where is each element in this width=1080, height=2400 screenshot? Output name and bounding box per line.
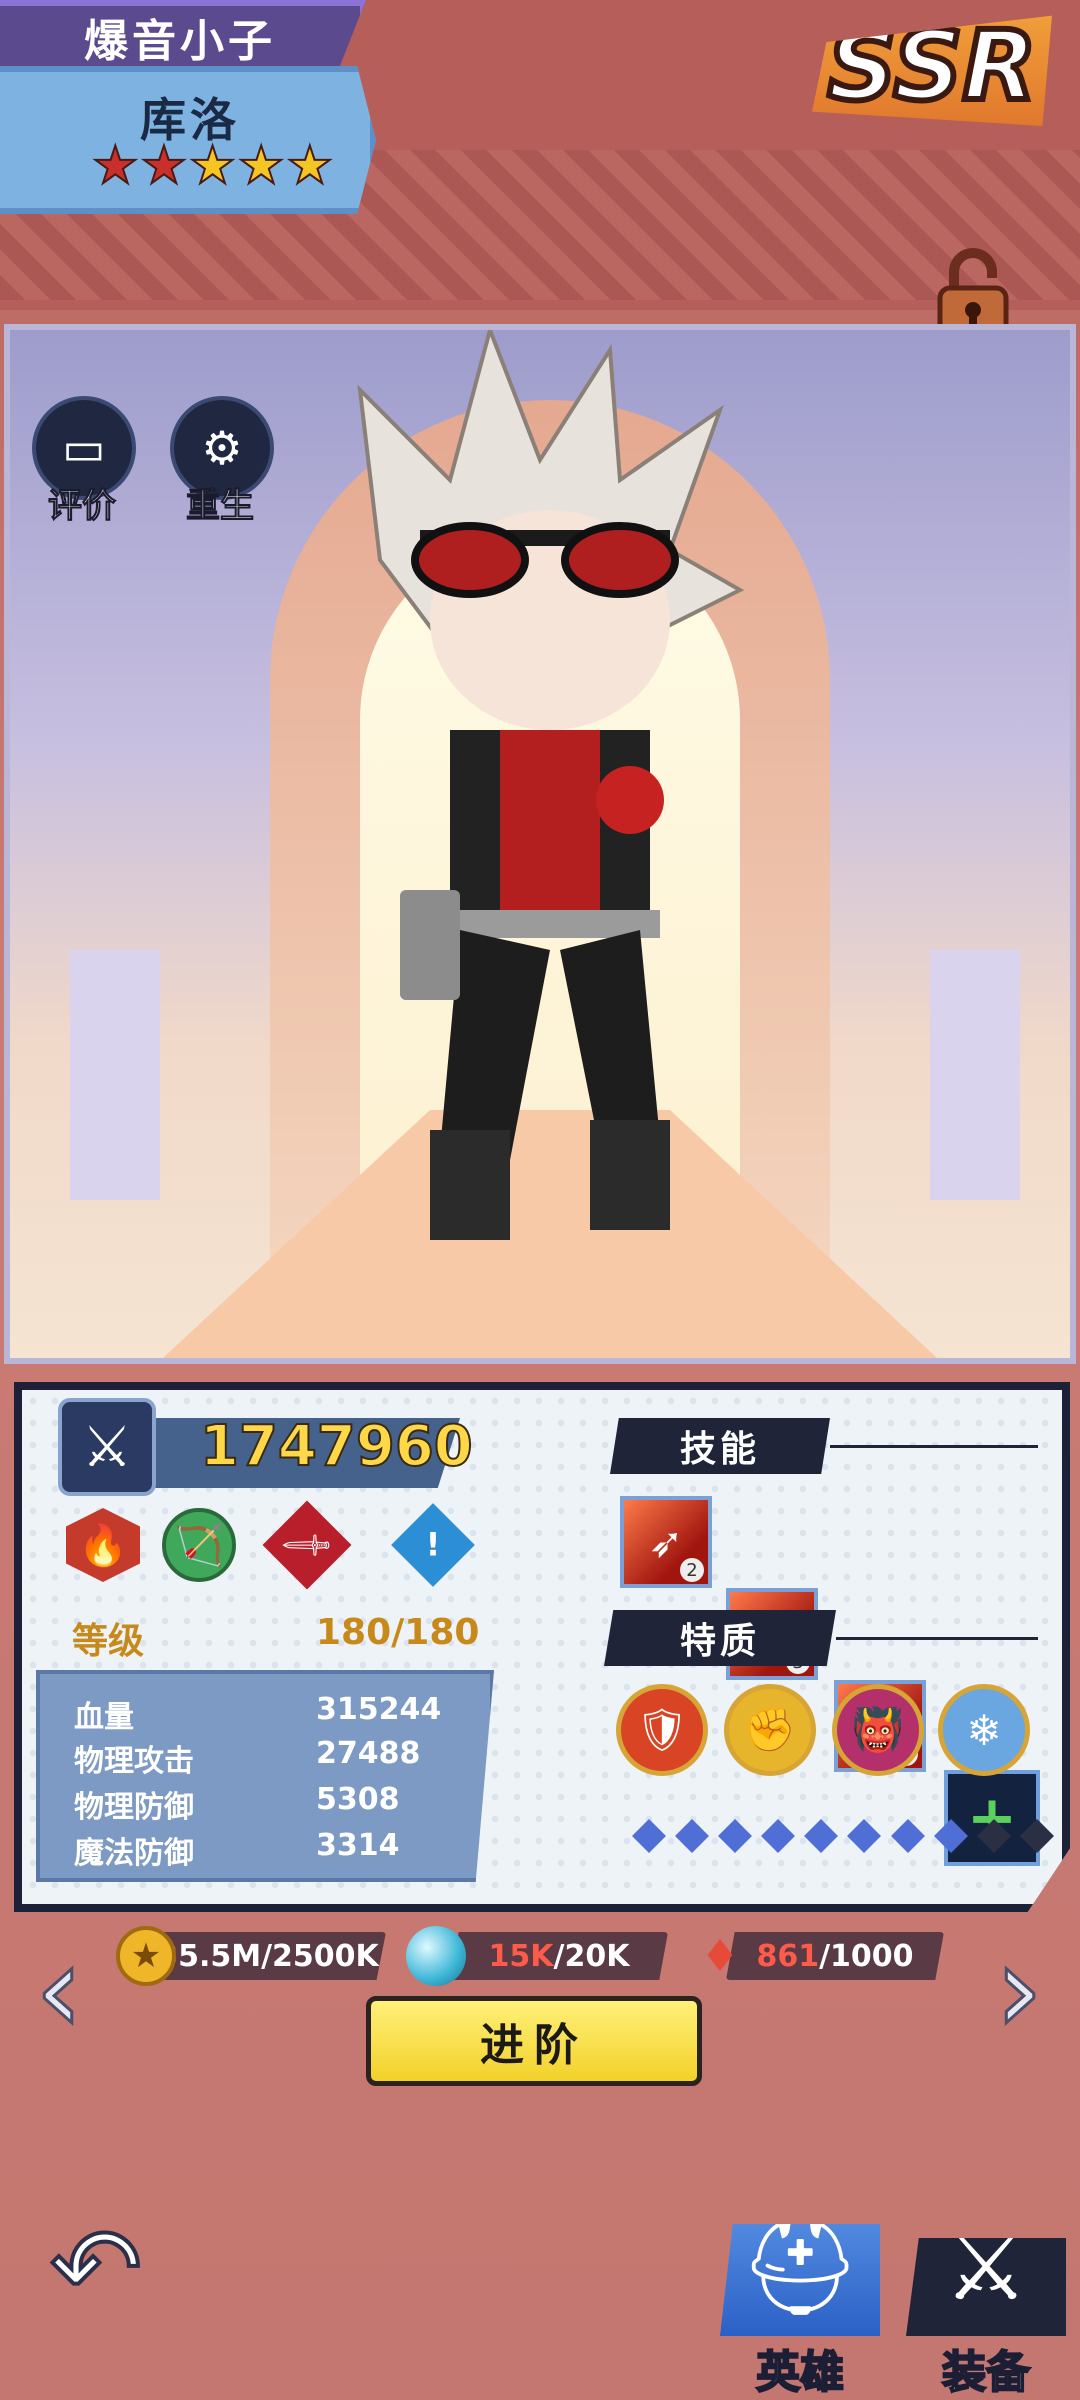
hero-showcase: [4, 324, 1076, 1364]
star-icon: ★: [140, 136, 189, 196]
star-icon: ★: [286, 136, 335, 196]
hero-character[interactable]: [340, 330, 760, 1290]
pillar: [70, 950, 160, 1200]
level-value: 180/180: [316, 1612, 480, 1653]
traits-divider: [836, 1637, 1038, 1640]
attr-label-pdef: 物理防御: [74, 1790, 194, 1825]
diamond-filled: [847, 1819, 882, 1853]
attr-label-mdef: 魔法防御: [74, 1836, 194, 1871]
skill-level: 2: [680, 1558, 704, 1582]
gold-coin-icon: ★: [116, 1926, 176, 1986]
tab-hero[interactable]: ⛑ 英雄: [720, 2196, 880, 2399]
back-arrow-icon[interactable]: ↶: [48, 2211, 200, 2325]
pillar: [930, 950, 1020, 1200]
tab-equipment[interactable]: ⚔ 装备: [906, 2196, 1066, 2399]
traits-heading: 特质: [604, 1610, 836, 1666]
diamond-filled: [761, 1819, 796, 1853]
next-hero-arrow[interactable]: ›: [984, 1916, 1054, 2066]
diamond-filled: [675, 1819, 710, 1853]
diamond-filled: [632, 1819, 666, 1853]
hero-title: 爆音小子: [0, 0, 366, 74]
star-icon: ★: [91, 136, 140, 196]
tab-hero-label: 英雄: [755, 2346, 845, 2399]
fire-face-trait-icon[interactable]: 👹: [832, 1684, 924, 1776]
diamond-empty: [976, 1819, 1011, 1853]
level-label: 等级: [72, 1621, 145, 1662]
combat-power: 1747960: [199, 1413, 474, 1480]
attr-label-patk: 物理攻击: [74, 1744, 194, 1779]
orb-amount: 15K: [488, 1938, 554, 1974]
review-label: 评价: [48, 486, 117, 527]
crystal-amount: 861: [756, 1938, 820, 1974]
diamond-filled: [718, 1819, 753, 1853]
rebirth-button[interactable]: ⚙ 重生: [170, 396, 274, 527]
diamond-filled: [804, 1819, 839, 1853]
star-icon: ★: [237, 136, 286, 196]
review-button[interactable]: ▭ 评价: [32, 396, 136, 527]
red-bullet-skill-icon[interactable]: ➶ 2: [620, 1496, 712, 1588]
crystal-resource: 861/1000: [726, 1932, 944, 1980]
ice-trait-icon[interactable]: ❄: [938, 1684, 1030, 1776]
gold-need: /2500K: [261, 1938, 379, 1974]
attr-value-pdef: 5308: [316, 1782, 400, 1817]
crystal-icon: ♦: [700, 1930, 740, 1982]
shield-trait-icon[interactable]: 🛡: [616, 1684, 708, 1776]
star-rating: ★ ★ ★ ★ ★: [91, 136, 335, 196]
crossed-swords-icon: ⚔: [906, 2238, 1066, 2336]
skills-heading: 技能: [610, 1418, 830, 1474]
bow-icon[interactable]: 🏹: [162, 1508, 236, 1582]
rebirth-label: 重生: [186, 486, 255, 527]
advance-button[interactable]: 进阶: [366, 1996, 702, 2086]
gold-resource: 35.5M/2500K: [150, 1932, 386, 1980]
upgrade-diamonds: [630, 1819, 1056, 1853]
prev-hero-arrow[interactable]: ‹: [24, 1916, 94, 2066]
orb-icon: [406, 1926, 466, 1986]
attr-value-patk: 27488: [316, 1736, 421, 1771]
attr-value-mdef: 3314: [316, 1828, 400, 1863]
orb-resource: 15K/20K: [450, 1932, 668, 1980]
diamond-filled: [933, 1819, 968, 1853]
attr-value-hp: 315244: [316, 1692, 442, 1727]
diamond-empty: [1019, 1819, 1054, 1853]
tab-equipment-label: 装备: [941, 2346, 1031, 2399]
star-icon: ★: [188, 136, 237, 196]
diamond-filled: [890, 1819, 925, 1853]
crossed-swords-icon: ⚔: [58, 1398, 156, 1496]
helmet-icon: ⛑: [720, 2224, 880, 2336]
attr-label-hp: 血量: [74, 1700, 134, 1735]
skills-divider: [830, 1445, 1038, 1448]
fist-trait-icon[interactable]: ✊: [724, 1684, 816, 1776]
orb-need: /20K: [553, 1938, 630, 1974]
crystal-need: /1000: [819, 1938, 914, 1974]
